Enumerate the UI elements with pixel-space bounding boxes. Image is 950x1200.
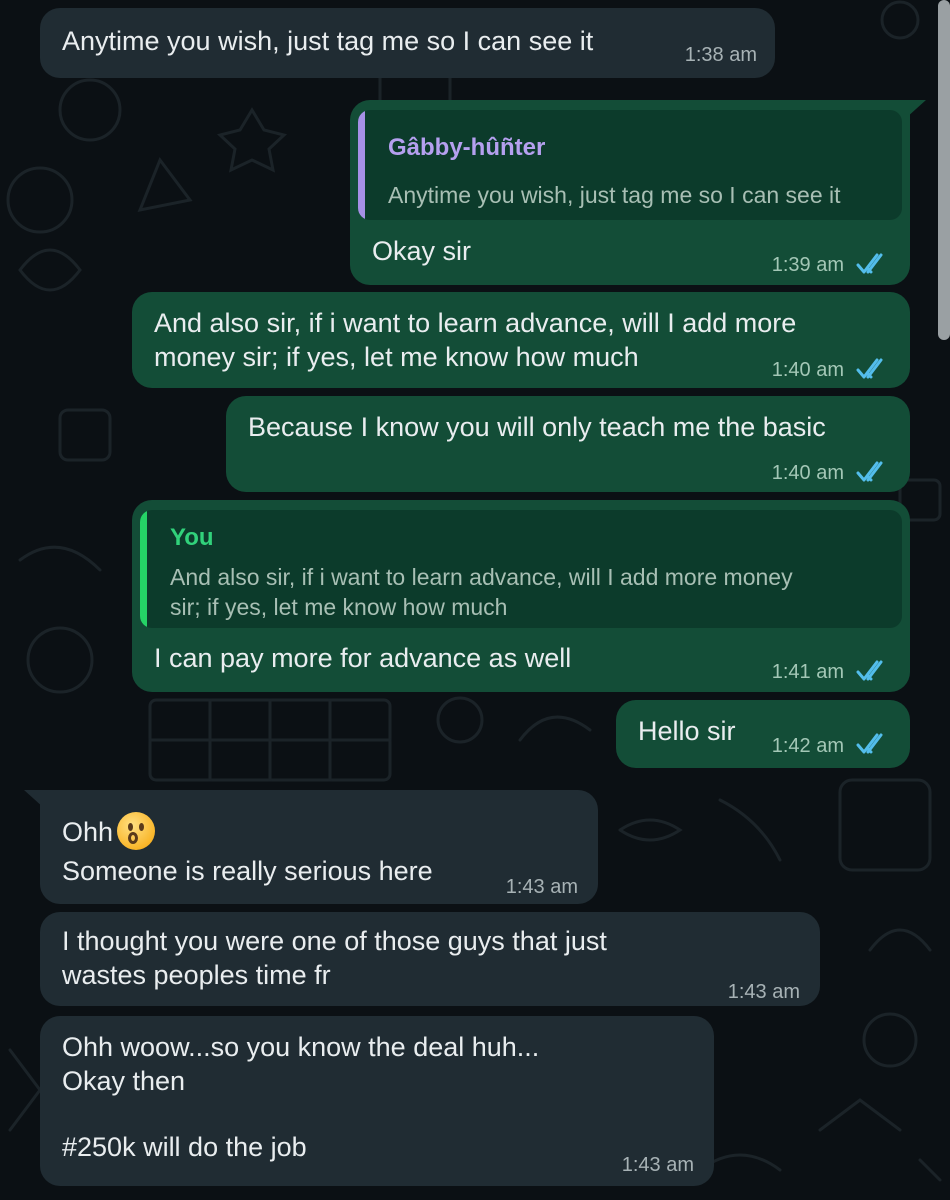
- quote-text: Anytime you wish, just tag me so I can s…: [388, 182, 841, 208]
- message-text: Because I know you will only teach me th…: [248, 412, 826, 442]
- message-text-line: I thought you were one of those guys tha…: [62, 926, 607, 956]
- quoted-message[interactable]: Gâbby-hûñter Anytime you wish, just tag …: [358, 110, 902, 220]
- quoted-message[interactable]: You And also sir, if i want to learn adv…: [140, 510, 902, 628]
- message-text: Anytime you wish, just tag me so I can s…: [62, 26, 594, 56]
- message-text: Ohh: [62, 817, 114, 847]
- scrollbar-thumb[interactable]: [938, 0, 950, 340]
- message-incoming[interactable]: Anytime you wish, just tag me so I can s…: [40, 8, 775, 78]
- message-text-line: wastes peoples time fr: [62, 960, 331, 990]
- message-text-line: #250k will do the job: [62, 1132, 307, 1162]
- double-check-icon: [856, 733, 883, 754]
- message-text-line: Ohh: [62, 812, 156, 850]
- message-outgoing[interactable]: Because I know you will only teach me th…: [226, 396, 910, 492]
- message-text: I can pay more for advance as well: [154, 643, 572, 673]
- message-timestamp: 1:38 am: [684, 44, 757, 66]
- message-text-line: Okay then: [62, 1066, 186, 1096]
- quote-accent-bar: [140, 510, 147, 628]
- double-check-icon: [856, 660, 883, 681]
- message-timestamp: 1:43 am: [621, 1154, 694, 1176]
- message-text-line: money sir; if yes, let me know how much: [154, 342, 639, 372]
- message-incoming[interactable]: Ohh woow...so you know the deal huh... O…: [40, 1016, 714, 1186]
- message-timestamp: 1:43 am: [505, 876, 578, 898]
- double-check-icon: [856, 253, 883, 274]
- message-text-line: And also sir, if i want to learn advance…: [154, 308, 797, 338]
- message-outgoing-reply[interactable]: Gâbby-hûñter Anytime you wish, just tag …: [350, 100, 926, 285]
- message-timestamp: 1:40 am: [771, 359, 844, 381]
- message-timestamp: 1:41 am: [771, 661, 844, 683]
- bubble-tail: [24, 790, 44, 808]
- quote-text-line: sir; if yes, let me know how much: [170, 594, 508, 620]
- double-check-icon: [856, 358, 883, 379]
- message-text: Okay sir: [372, 236, 472, 266]
- message-timestamp: 1:40 am: [771, 462, 844, 484]
- double-check-icon: [856, 461, 883, 482]
- message-outgoing[interactable]: Hello sir 1:42 am: [616, 700, 910, 768]
- message-text-line: Ohh woow...so you know the deal huh...: [62, 1032, 540, 1062]
- quote-author: You: [170, 524, 214, 551]
- message-outgoing[interactable]: And also sir, if i want to learn advance…: [132, 292, 910, 388]
- message-text-line: Someone is really serious here: [62, 856, 433, 886]
- message-incoming[interactable]: Ohh Someone is really serious here 1:43 …: [24, 790, 598, 904]
- quote-text-line: And also sir, if i want to learn advance…: [170, 564, 793, 590]
- message-incoming[interactable]: I thought you were one of those guys tha…: [40, 912, 820, 1006]
- message-timestamp: 1:42 am: [771, 735, 844, 757]
- message-outgoing-reply[interactable]: You And also sir, if i want to learn adv…: [132, 500, 910, 692]
- message-timestamp: 1:43 am: [727, 981, 800, 1003]
- quote-author: Gâbby-hûñter: [388, 134, 546, 161]
- bubble-tail: [906, 100, 926, 118]
- message-timestamp: 1:39 am: [771, 254, 844, 276]
- message-text: Hello sir: [638, 716, 736, 746]
- quote-accent-bar: [358, 110, 365, 220]
- hushed-face-emoji-icon: [117, 812, 156, 850]
